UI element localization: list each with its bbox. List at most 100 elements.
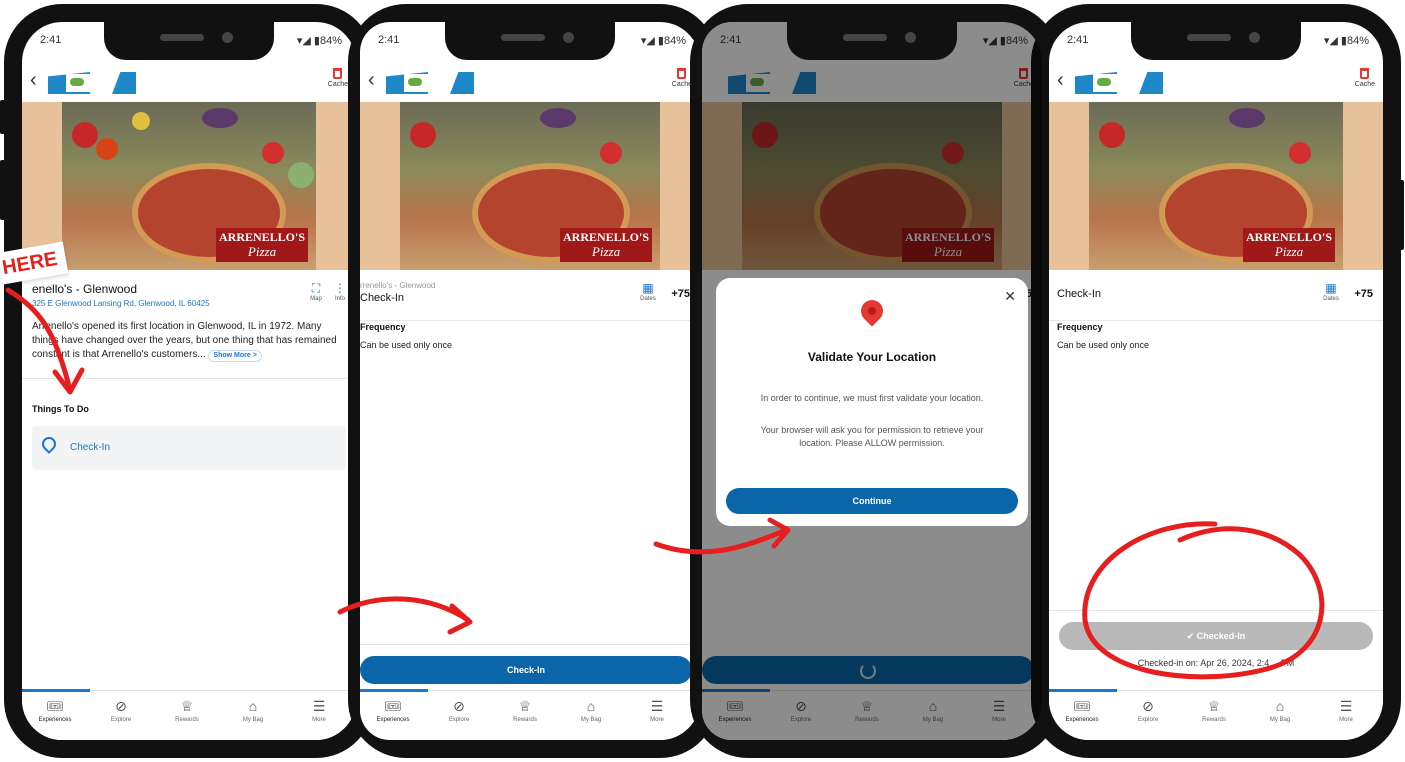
trash-icon xyxy=(677,68,687,79)
dates-button[interactable]: ▦ Dates xyxy=(638,282,658,302)
back-icon[interactable]: ‹ xyxy=(1057,70,1064,90)
menu-icon: ☰ xyxy=(1339,698,1353,714)
status-time: 2:41 xyxy=(1067,34,1089,46)
bag-icon: ⌂ xyxy=(586,698,596,714)
things-to-do-heading: Things To Do xyxy=(32,404,89,414)
check-circle-icon: ✔ xyxy=(1186,631,1195,641)
points-value: +75 xyxy=(671,288,690,300)
notch xyxy=(445,22,615,60)
frequency-label: Frequency xyxy=(1057,322,1103,332)
side-button xyxy=(0,100,5,134)
location-name: enello's - Glenwood xyxy=(32,282,138,296)
continue-button[interactable]: Continue xyxy=(726,488,1018,514)
side-button xyxy=(1399,180,1404,250)
checked-in-timestamp: Checked-in on: Apr 26, 2024, 2:4… PM xyxy=(1137,658,1295,668)
app-logo-secondary xyxy=(450,72,474,94)
bag-icon: ⌂ xyxy=(1275,698,1285,714)
bag-icon: ⌂ xyxy=(248,698,258,714)
checkin-location-subtitle: rrenello's - Glenwood xyxy=(360,281,436,290)
side-button xyxy=(0,160,5,220)
hero-image: ARRENELLO'S Pizza xyxy=(1049,102,1383,270)
ticket-icon: 🎟 xyxy=(46,698,64,714)
phone-4: 2:41 ▾◢ ▮84% ‹ Cache ARRENELLO'S Pizza Ch… xyxy=(1031,4,1401,758)
tab-my-bag[interactable]: ⌂ My Bag xyxy=(1247,697,1313,723)
hero-image: ARRENELLO'S Pizza xyxy=(22,102,356,270)
ticket-icon: 🎟 xyxy=(1073,698,1091,714)
location-address[interactable]: 325 E Glenwood Lansing Rd, Glenwood, IL … xyxy=(32,299,210,308)
back-icon[interactable]: ‹ xyxy=(368,70,375,90)
app-logo-secondary xyxy=(1139,72,1163,94)
ticket-icon: 🎟 xyxy=(384,698,402,714)
trash-icon xyxy=(1360,68,1370,79)
tab-more[interactable]: ☰ More xyxy=(624,697,690,723)
trophy-icon: ♕ xyxy=(180,698,194,714)
battery-indicator: ▾◢ ▮84% xyxy=(640,35,686,47)
map-pin-icon xyxy=(856,295,888,327)
tab-rewards[interactable]: ♕ Rewards xyxy=(1181,697,1247,723)
tab-explore[interactable]: ⊘ Explore xyxy=(426,697,492,723)
app-header: ‹ Cache xyxy=(360,64,700,102)
bottom-tab-bar: 🎟 Experiences ⊘ Explore ♕ Rewards ⌂ My Bag ☰… xyxy=(1049,689,1383,740)
dates-button[interactable]: ▦ Dates xyxy=(1321,282,1341,302)
modal-paragraph-2: Your browser will ask you for permission… xyxy=(760,425,984,448)
tab-my-bag[interactable]: ⌂ My Bag xyxy=(558,697,624,723)
modal-paragraph-1: In order to continue, we must first vali… xyxy=(760,393,984,403)
tab-my-bag[interactable]: ⌂ My Bag xyxy=(220,697,286,723)
trash-icon xyxy=(333,68,343,79)
brand-logo: ARRENELLO'S Pizza xyxy=(560,228,652,262)
location-title-row: enello's - Glenwood 325 E Glenwood Lansi… xyxy=(22,278,356,318)
frequency-value: Can be used only once xyxy=(360,340,453,350)
app-header: ‹ Cache xyxy=(22,64,356,102)
screen-checkin: 2:41 ▾◢ ▮84% ‹ Cache ARRENELLO'S Pizza rr… xyxy=(360,22,700,740)
checkin-title-row: Check-In ▦ Dates +75 xyxy=(1049,278,1383,318)
checkin-activity-item[interactable]: Check-In xyxy=(32,426,346,470)
trophy-icon: ♕ xyxy=(1207,698,1221,714)
tab-rewards[interactable]: ♕ Rewards xyxy=(154,697,220,723)
screen-location-detail: 2:41 ▾◢ ▮84% ‹ Cache ARRENELLO'S Pizza en… xyxy=(22,22,356,740)
app-header: ‹ Cache xyxy=(1049,64,1383,102)
tab-experiences[interactable]: 🎟 Experiences xyxy=(1049,697,1115,723)
battery-indicator: ▾◢ ▮84% xyxy=(1323,35,1369,47)
tab-experiences[interactable]: 🎟 Experiences xyxy=(22,697,88,723)
cache-button[interactable]: Cache xyxy=(1355,68,1375,88)
back-icon[interactable]: ‹ xyxy=(30,70,37,90)
cache-button[interactable]: Cache xyxy=(328,68,348,88)
bottom-tab-bar: 🎟 Experiences ⊘ Explore ♕ Rewards ⌂ My Bag ☰… xyxy=(22,689,356,740)
menu-icon: ☰ xyxy=(312,698,326,714)
brand-logo: ARRENELLO'S Pizza xyxy=(1243,228,1335,262)
points-value: +75 xyxy=(1354,288,1373,300)
notch xyxy=(787,22,957,60)
cache-button[interactable]: Cache xyxy=(672,68,692,88)
frequency-label: Frequency xyxy=(360,322,406,332)
tab-rewards[interactable]: ♕ Rewards xyxy=(492,697,558,723)
menu-icon: ☰ xyxy=(650,698,664,714)
validate-location-modal: ✕ Validate Your Location In order to con… xyxy=(716,278,1028,526)
hero-image: ARRENELLO'S Pizza xyxy=(360,102,700,270)
checkin-button[interactable]: Check-In xyxy=(360,656,692,684)
close-icon[interactable]: ✕ xyxy=(1004,288,1016,305)
phone-2: 2:41 ▾◢ ▮84% ‹ Cache ARRENELLO'S Pizza rr… xyxy=(348,4,718,758)
app-logo-secondary xyxy=(112,72,136,94)
checkin-title: Check-In xyxy=(360,292,405,304)
map-button[interactable]: ⛶ Map xyxy=(306,282,326,302)
compass-icon: ⊘ xyxy=(1142,698,1154,714)
tab-more[interactable]: ☰ More xyxy=(286,697,352,723)
info-button[interactable]: ⋮ Info xyxy=(330,282,350,302)
show-more-button[interactable]: Show More > xyxy=(208,350,262,362)
tab-explore[interactable]: ⊘ Explore xyxy=(1115,697,1181,723)
tab-experiences[interactable]: 🎟 Experiences xyxy=(360,697,426,723)
map-icon: ⛶ xyxy=(311,281,321,295)
notch xyxy=(104,22,274,60)
compass-icon: ⊘ xyxy=(115,698,127,714)
phone-3: 2:41 ▾◢ ▮84% Cache ARRENELLO'SPizza +75 … xyxy=(690,4,1060,758)
checked-in-button: ✔ Checked-In xyxy=(1059,622,1373,650)
bottom-tab-bar: 🎟 Experiences ⊘ Explore ♕ Rewards ⌂ My Bag ☰… xyxy=(360,689,700,740)
checkin-activity-label: Check-In xyxy=(70,442,111,453)
more-vertical-icon: ⋮ xyxy=(334,281,346,295)
tab-more[interactable]: ☰ More xyxy=(1313,697,1379,723)
compass-icon: ⊘ xyxy=(453,698,465,714)
screen-checked-in: 2:41 ▾◢ ▮84% ‹ Cache ARRENELLO'S Pizza Ch… xyxy=(1049,22,1383,740)
tab-explore[interactable]: ⊘ Explore xyxy=(88,697,154,723)
status-time: 2:41 xyxy=(378,34,400,46)
checkin-title-row: rrenello's - Glenwood Check-In ▦ Dates +7… xyxy=(360,278,700,318)
